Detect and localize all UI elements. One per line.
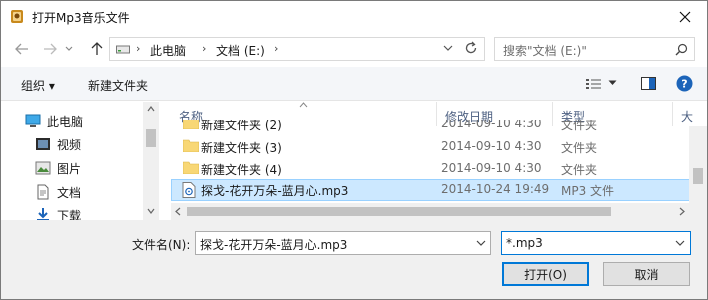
up-button[interactable] — [88, 40, 106, 58]
scroll-down-icon[interactable] — [147, 208, 155, 214]
chevron-down-icon[interactable] — [608, 80, 617, 86]
nav-item-label: 文档 — [57, 185, 82, 200]
scroll-right-icon[interactable] — [679, 207, 685, 216]
sort-up-icon — [299, 102, 308, 108]
folder-icon — [183, 120, 199, 129]
file-date: 2014-09-10 4:30 — [441, 120, 542, 130]
file-row[interactable]: 新建文件夹 (3) 2014-09-10 4:30 文件夹 — [171, 136, 691, 157]
preview-pane-icon[interactable] — [641, 77, 656, 90]
cancel-button-label: 取消 — [634, 267, 659, 282]
up-arrow-icon — [91, 42, 103, 55]
address-bar[interactable]: › 此电脑 › 文档 (E:) › — [109, 37, 485, 61]
file-type: 文件夹 — [561, 120, 598, 132]
scrollbar-thumb[interactable] — [146, 129, 156, 147]
nav-item-label: 图片 — [57, 161, 82, 176]
window-title: 打开Mp3音乐文件 — [32, 11, 130, 25]
file-list-horizontal-scrollbar[interactable] — [171, 203, 707, 220]
chevron-down-icon — [65, 46, 73, 51]
back-arrow-icon — [15, 43, 28, 55]
search-icon[interactable] — [675, 43, 688, 56]
computer-icon — [25, 114, 41, 127]
nav-item-label: 此电脑 — [47, 114, 84, 129]
recent-locations-button[interactable] — [63, 40, 75, 58]
file-type: 文件夹 — [561, 141, 598, 155]
open-button-label: 打开(O) — [524, 267, 567, 282]
documents-folder-icon — [37, 184, 49, 200]
svg-text:?: ? — [681, 78, 687, 91]
filename-combobox[interactable]: 探戈-花开万朵-蓝月心.mp3 — [195, 231, 491, 255]
file-row-selected[interactable]: 探戈-花开万朵-蓝月心.mp3 2014-10-24 19:49 MP3 文件 — [171, 179, 691, 201]
file-row[interactable]: 新建文件夹 (2) 2014-09-10 4:30 文件夹 — [171, 120, 691, 134]
filetype-value: *.mp3 — [506, 236, 543, 250]
refresh-button[interactable] — [464, 36, 478, 63]
breadcrumb-separator[interactable]: › — [202, 42, 206, 55]
file-row[interactable]: 新建文件夹 (4) 2014-09-10 4:30 文件夹 — [171, 158, 691, 179]
close-button[interactable] — [663, 1, 707, 32]
file-name: 新建文件夹 (3) — [201, 141, 282, 155]
folder-icon — [183, 139, 199, 152]
breadcrumb-drive-e[interactable]: 文档 (E:) — [216, 42, 265, 59]
mp3-file-icon — [182, 182, 196, 198]
file-date: 2014-09-10 4:30 — [441, 139, 542, 153]
file-type: 文件夹 — [561, 163, 598, 177]
close-icon — [679, 11, 691, 22]
file-list: 名称 修改日期 类型 大 新建文件夹 (2) 2014-09-10 4:30 文… — [171, 102, 707, 220]
forward-button[interactable] — [41, 40, 59, 58]
chevron-down-icon[interactable] — [675, 237, 685, 249]
breadcrumb-this-pc[interactable]: 此电脑 — [150, 42, 186, 59]
file-list-scrollbar[interactable] — [689, 126, 707, 206]
chevron-down-icon[interactable] — [476, 237, 486, 249]
file-name: 探戈-花开万朵-蓝月心.mp3 — [201, 184, 349, 198]
filename-label: 文件名(N): — [132, 238, 191, 252]
command-toolbar: 组织 ▾ 新建文件夹 ? — [1, 67, 707, 101]
organize-menu[interactable]: 组织 ▾ — [21, 77, 55, 94]
address-dropdown-button[interactable] — [443, 37, 453, 62]
scroll-up-icon[interactable] — [147, 106, 155, 112]
search-box[interactable]: 搜索"文档 (E:)" — [494, 37, 695, 61]
filetype-select[interactable]: *.mp3 — [501, 231, 691, 255]
scrollbar-thumb[interactable] — [187, 207, 611, 216]
nav-pane-scrollbar[interactable] — [143, 102, 159, 220]
navigation-pane: 此电脑 视频 图片 文档 下载 — [1, 102, 159, 223]
forward-arrow-icon — [44, 43, 57, 55]
title-bar: 打开Mp3音乐文件 — [1, 1, 707, 32]
dialog-footer: 文件名(N): 探戈-花开万朵-蓝月心.mp3 *.mp3 打开(O) 取消 — [1, 220, 707, 299]
address-row: › 此电脑 › 文档 (E:) › 搜索"文档 (E:)" — [1, 32, 707, 66]
breadcrumb-separator[interactable]: › — [274, 42, 278, 55]
help-icon[interactable]: ? — [676, 75, 693, 92]
scrollbar-thumb[interactable] — [693, 168, 703, 184]
chevron-down-icon — [443, 45, 453, 51]
breadcrumb-separator[interactable]: › — [136, 42, 140, 55]
drive-icon — [116, 45, 130, 54]
file-name: 新建文件夹 (4) — [201, 163, 282, 177]
open-file-dialog: 打开Mp3音乐文件 › 此电脑 › 文档 (E:) › 搜索"文档 (E:)" … — [0, 0, 708, 300]
file-type: MP3 文件 — [561, 184, 615, 198]
view-options-icon[interactable] — [586, 78, 602, 90]
scroll-left-icon[interactable] — [175, 207, 181, 216]
refresh-icon — [465, 41, 477, 54]
back-button[interactable] — [13, 40, 31, 58]
folder-icon — [183, 161, 199, 174]
search-placeholder: 搜索"文档 (E:)" — [503, 44, 587, 58]
open-button[interactable]: 打开(O) — [502, 262, 589, 286]
filename-input[interactable]: 探戈-花开万朵-蓝月心.mp3 — [200, 236, 347, 253]
pictures-folder-icon — [35, 161, 51, 175]
new-folder-button[interactable]: 新建文件夹 — [88, 77, 148, 94]
file-name: 新建文件夹 (2) — [201, 120, 282, 132]
cancel-button[interactable]: 取消 — [603, 262, 690, 286]
video-folder-icon — [36, 138, 50, 150]
file-date: 2014-10-24 19:49 — [441, 182, 550, 196]
app-icon — [11, 10, 23, 23]
file-date: 2014-09-10 4:30 — [441, 161, 542, 175]
nav-item-label: 视频 — [57, 137, 82, 152]
